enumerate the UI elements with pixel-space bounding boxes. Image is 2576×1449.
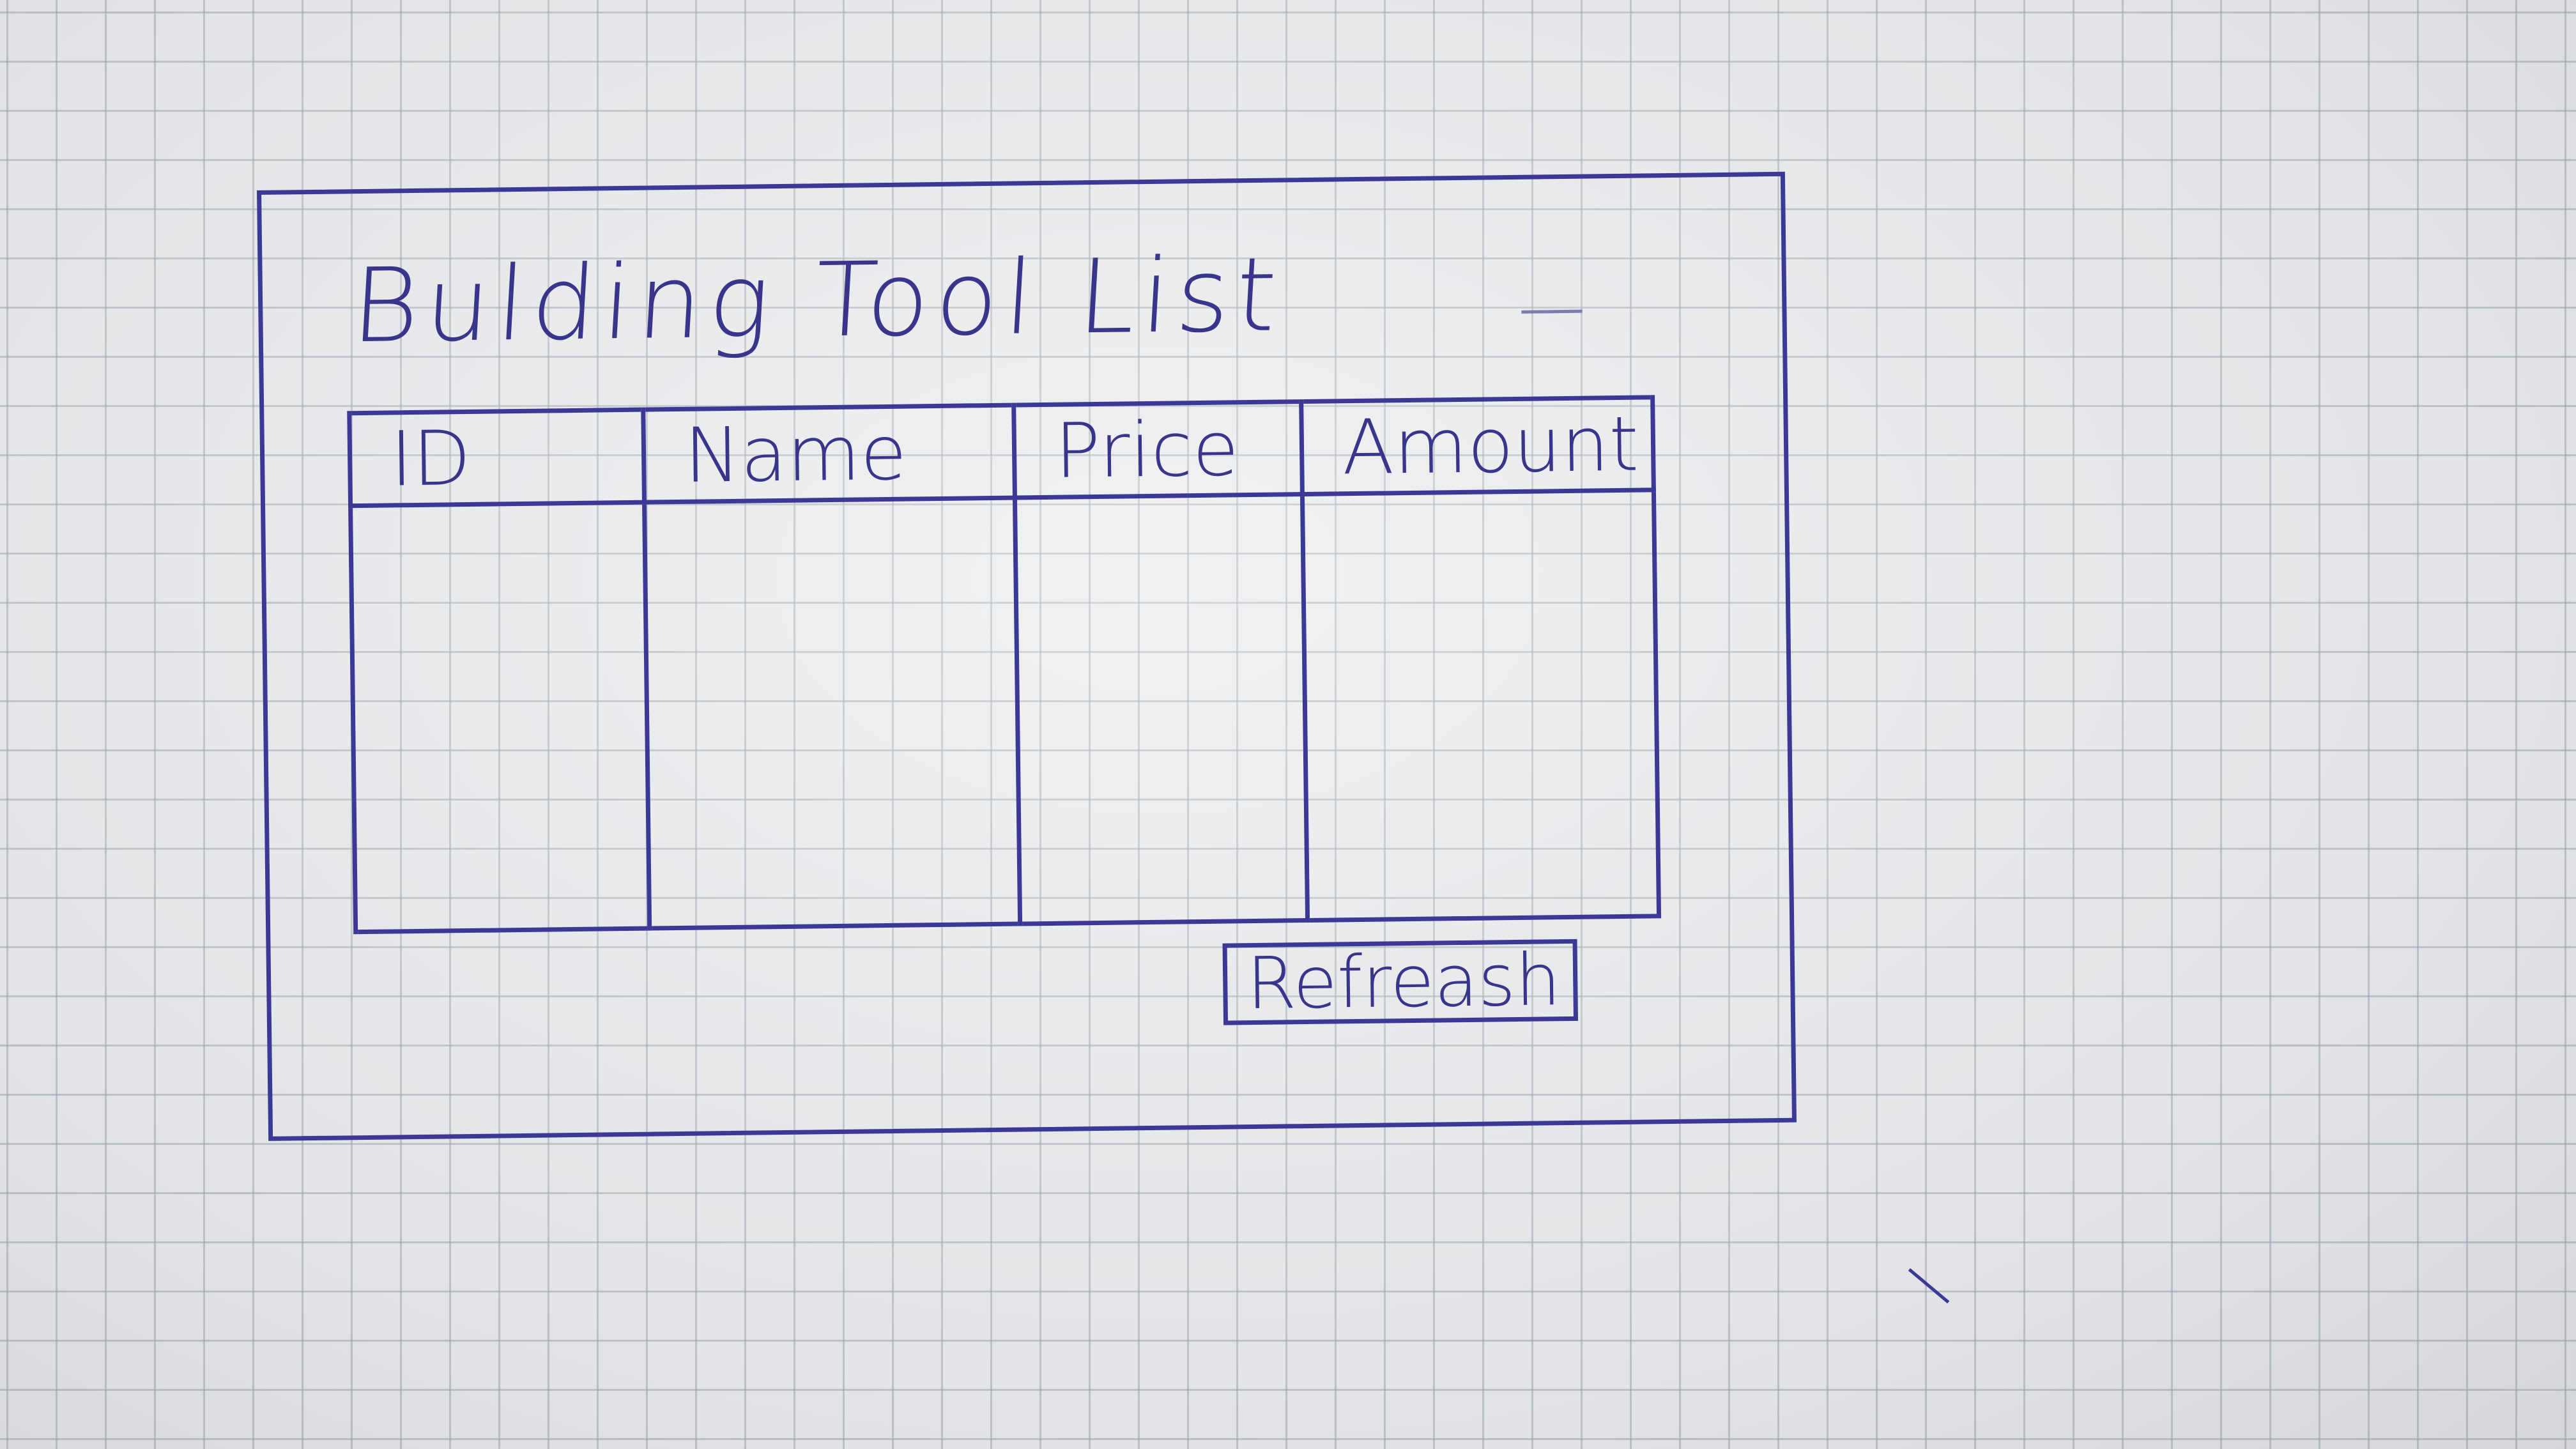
table-body-empty	[350, 489, 1659, 932]
tool-table: ID Name Price Amount	[347, 395, 1662, 935]
column-header-name[interactable]: Name	[643, 405, 1015, 503]
app-window: Bulding Tool List ID Name Price Amount R…	[257, 171, 1797, 1141]
table-cell-id	[350, 502, 650, 932]
window-title: Bulding Tool List	[348, 234, 1286, 366]
pen-mark	[1521, 309, 1583, 314]
table-cell-name	[644, 498, 1020, 929]
table-cell-price	[1015, 494, 1308, 924]
refresh-button[interactable]: Refreash	[1222, 939, 1579, 1025]
column-header-id[interactable]: ID	[349, 410, 645, 506]
table-header-row: ID Name Price Amount	[349, 397, 1654, 506]
column-header-price[interactable]: Price	[1013, 401, 1303, 498]
table-cell-amount	[1302, 489, 1659, 921]
pen-mark	[1908, 1268, 1950, 1304]
column-header-amount[interactable]: Amount	[1301, 397, 1654, 494]
